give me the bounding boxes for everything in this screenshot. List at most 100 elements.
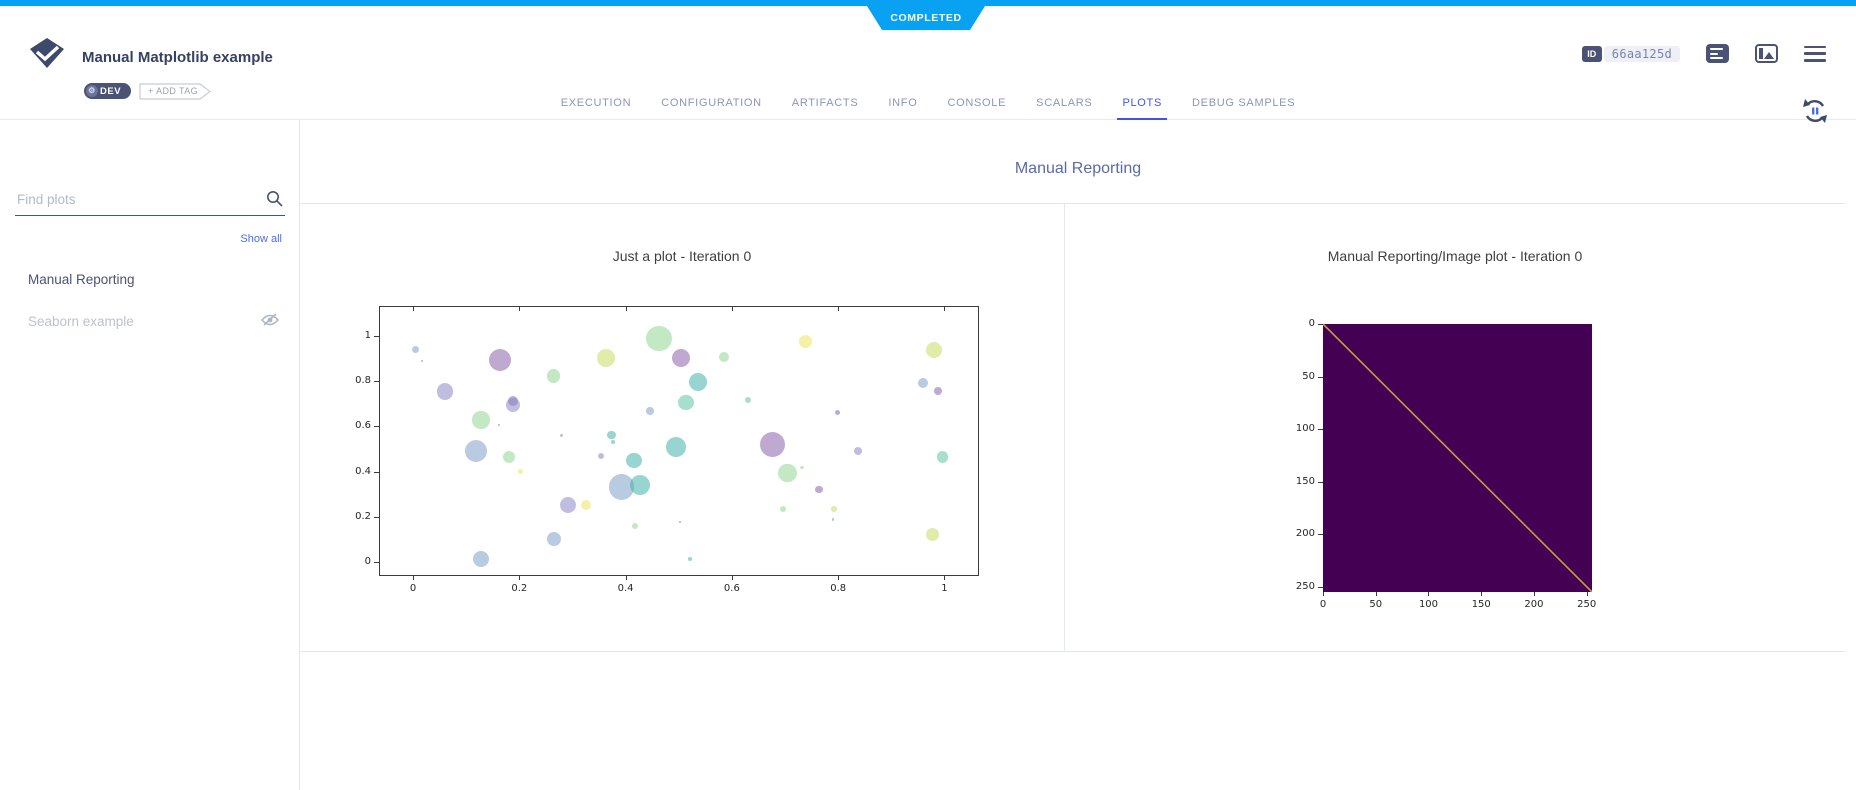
scatter-bubble bbox=[687, 556, 693, 562]
tab-execution[interactable]: EXECUTION bbox=[546, 97, 646, 120]
scatter-bubble bbox=[933, 386, 943, 396]
id-badge: ID bbox=[1581, 45, 1602, 62]
search-icon[interactable] bbox=[266, 190, 283, 207]
heatmap-y-tick-label: 150 bbox=[1295, 475, 1315, 487]
heatmap-y-tick-label: 250 bbox=[1295, 580, 1315, 592]
y-tick-label: 0.2 bbox=[355, 510, 371, 522]
scatter-bubble bbox=[718, 352, 729, 363]
tab-info[interactable]: INFO bbox=[873, 97, 932, 120]
sidebar-item-manual-reporting[interactable]: Manual Reporting bbox=[0, 258, 299, 300]
heatmap-y-tick-label: 50 bbox=[1302, 370, 1315, 382]
y-tick-label: 0.4 bbox=[355, 465, 371, 477]
plot-card-heatmap: Manual Reporting/Image plot - Iteration … bbox=[1065, 204, 1845, 651]
experiment-id: ID 66aa125d bbox=[1581, 45, 1680, 62]
tab-plots[interactable]: PLOTS bbox=[1107, 97, 1177, 120]
show-all-link[interactable]: Show all bbox=[240, 233, 282, 245]
x-tick-label: 1 bbox=[941, 583, 948, 594]
experiment-title: Manual Matplotlib example bbox=[82, 49, 273, 66]
scatter-bubble bbox=[688, 373, 707, 392]
scatter-bubble bbox=[760, 432, 786, 458]
scatter-bubble bbox=[678, 394, 694, 410]
scatter-bubble bbox=[472, 411, 490, 429]
y-tick-label: 0 bbox=[364, 555, 371, 567]
scatter-bubble bbox=[597, 453, 604, 460]
y-tick-label: 0.8 bbox=[355, 375, 371, 387]
plot-card-scatter: Just a plot - Iteration 0 0 0.2 0.4 0.6 0.8 1… bbox=[300, 204, 1065, 651]
scatter-bubble bbox=[800, 465, 804, 470]
scatter-bubble bbox=[547, 369, 561, 383]
plots-main: Manual Reporting Just a plot - Iteration… bbox=[300, 120, 1856, 790]
scatter-bubble bbox=[517, 469, 523, 475]
scatter-bubble bbox=[596, 349, 615, 368]
y-tick-label: 0.6 bbox=[355, 420, 371, 432]
heatmap-x-tick-label: 150 bbox=[1471, 599, 1491, 610]
scatter-plot-title: Just a plot - Iteration 0 bbox=[612, 248, 752, 264]
tab-bar: EXECUTION CONFIGURATION ARTIFACTS INFO CONSO… bbox=[0, 90, 1856, 120]
x-tick-label: 0.2 bbox=[511, 583, 528, 594]
scatter-bubble bbox=[631, 522, 639, 530]
scatter-bubble bbox=[665, 437, 686, 457]
info-panel-icon[interactable] bbox=[1755, 44, 1778, 63]
search-input[interactable] bbox=[15, 188, 285, 216]
scatter-bubble bbox=[489, 348, 512, 371]
scatter-bubble bbox=[560, 496, 577, 513]
id-value: 66aa125d bbox=[1603, 45, 1680, 62]
heatmap-x-tick-label: 0 bbox=[1319, 599, 1327, 610]
scatter-bubble bbox=[853, 447, 862, 456]
status-ribbon: COMPLETED bbox=[867, 6, 985, 30]
heatmap-canvas[interactable] bbox=[1323, 324, 1592, 592]
x-tick-label: 0.6 bbox=[723, 583, 740, 594]
scatter-plot-canvas[interactable] bbox=[379, 306, 979, 576]
scatter-bubble bbox=[798, 334, 812, 349]
tab-scalars[interactable]: SCALARS bbox=[1021, 97, 1107, 120]
eye-off-icon[interactable] bbox=[261, 312, 279, 330]
scatter-bubble bbox=[834, 409, 841, 415]
scatter-bubble bbox=[464, 440, 487, 463]
app-logo-icon bbox=[30, 38, 64, 68]
scatter-bubble bbox=[937, 451, 949, 463]
heatmap-x-tick-label: 250 bbox=[1577, 599, 1597, 610]
scatter-bubble bbox=[917, 377, 929, 389]
scatter-bubble bbox=[626, 452, 642, 469]
scatter-bubble bbox=[411, 346, 419, 354]
sidebar-item-seaborn-example[interactable]: Seaborn example bbox=[0, 300, 299, 342]
heatmap-y-tick-label: 100 bbox=[1295, 423, 1315, 435]
status-text: COMPLETED bbox=[890, 12, 962, 24]
scatter-bubble bbox=[646, 325, 672, 351]
plots-sidebar: Show all Manual Reporting Seaborn example bbox=[0, 120, 300, 790]
group-title: Manual Reporting bbox=[1014, 160, 1142, 177]
scatter-bubble bbox=[779, 505, 787, 513]
scatter-bubble bbox=[607, 430, 616, 440]
scatter-bubble bbox=[745, 396, 752, 403]
scatter-bubble bbox=[497, 423, 501, 427]
scatter-bubble bbox=[436, 383, 454, 400]
scatter-bubble bbox=[815, 485, 823, 494]
scatter-bubble bbox=[672, 348, 691, 367]
tab-debug-samples[interactable]: DEBUG SAMPLES bbox=[1177, 97, 1310, 120]
scatter-bubble bbox=[832, 518, 835, 521]
details-view-icon[interactable] bbox=[1706, 44, 1729, 63]
heatmap-plot-title: Manual Reporting/Image plot - Iteration … bbox=[1327, 248, 1583, 264]
tab-artifacts[interactable]: ARTIFACTS bbox=[777, 97, 874, 120]
status-bar bbox=[0, 0, 1856, 6]
scatter-bubble bbox=[630, 475, 651, 496]
scatter-bubble bbox=[580, 500, 591, 511]
sidebar-item-label: Manual Reporting bbox=[28, 271, 135, 287]
scatter-bubble bbox=[778, 463, 797, 483]
x-tick-label: 0.4 bbox=[617, 583, 634, 594]
scatter-bubble bbox=[472, 550, 490, 568]
plot-list: Manual Reporting Seaborn example bbox=[0, 258, 299, 342]
x-tick-label: 0.8 bbox=[830, 583, 847, 594]
scatter-bubble bbox=[646, 407, 654, 415]
heatmap-x-tick-label: 50 bbox=[1369, 599, 1383, 610]
heatmap-y-tick-label: 0 bbox=[1308, 318, 1315, 329]
menu-icon[interactable] bbox=[1804, 45, 1826, 62]
x-tick-label: 0 bbox=[409, 583, 417, 594]
scatter-bubble bbox=[559, 433, 563, 438]
scatter-bubble bbox=[925, 528, 939, 542]
tab-configuration[interactable]: CONFIGURATION bbox=[646, 97, 777, 120]
tab-console[interactable]: CONSOLE bbox=[932, 97, 1021, 120]
heatmap-x-tick-label: 200 bbox=[1524, 599, 1544, 610]
heatmap-y-tick-label: 200 bbox=[1295, 528, 1315, 540]
scatter-bubble bbox=[925, 341, 943, 359]
